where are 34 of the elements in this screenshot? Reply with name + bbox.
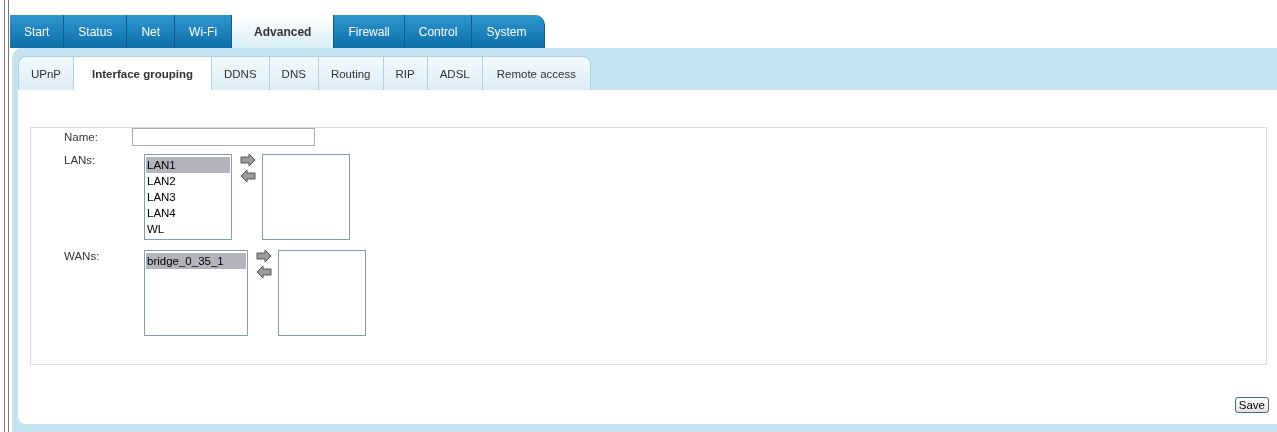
field-label: Name: bbox=[64, 130, 99, 145]
selected-list[interactable] bbox=[278, 250, 366, 336]
sub-tab[interactable]: DNS bbox=[268, 56, 319, 90]
sub-tab[interactable]: ADSL bbox=[426, 56, 483, 90]
main-tab[interactable]: Advanced bbox=[232, 15, 335, 48]
main-tab[interactable]: Wi-Fi bbox=[175, 15, 233, 48]
arrow-right-icon[interactable] bbox=[256, 250, 272, 262]
arrow-right-icon[interactable] bbox=[240, 154, 256, 166]
main-tab[interactable]: Status bbox=[64, 15, 128, 48]
selected-list[interactable] bbox=[262, 154, 350, 240]
list-option[interactable]: LAN1 bbox=[146, 157, 230, 173]
main-tab[interactable]: Start bbox=[10, 15, 65, 48]
available-list[interactable]: bridge_0_35_1 bbox=[144, 250, 248, 336]
list-option[interactable]: bridge_0_35_1 bbox=[146, 253, 246, 269]
arrow-left-icon[interactable] bbox=[240, 170, 256, 182]
sub-tab[interactable]: DDNS bbox=[211, 56, 270, 90]
sub-tab[interactable]: UPnP bbox=[18, 56, 75, 90]
name-field[interactable] bbox=[132, 128, 315, 146]
list-option[interactable]: LAN4 bbox=[146, 205, 230, 221]
sub-tab[interactable]: Remote access bbox=[481, 56, 591, 90]
main-tab[interactable]: Net bbox=[127, 15, 176, 48]
list-option[interactable]: WL bbox=[146, 221, 230, 237]
main-tab[interactable]: Firewall bbox=[334, 15, 405, 48]
field-label: LANs: bbox=[64, 154, 97, 166]
field-label: WANs: bbox=[64, 250, 101, 262]
sub-tab[interactable]: Interface grouping bbox=[73, 56, 212, 90]
list-option[interactable]: LAN2 bbox=[146, 173, 230, 189]
arrow-left-icon[interactable] bbox=[256, 266, 272, 278]
save-button[interactable]: Save bbox=[1234, 397, 1269, 413]
sub-tab[interactable]: RIP bbox=[382, 56, 428, 90]
list-option[interactable]: LAN3 bbox=[146, 189, 230, 205]
available-list[interactable]: LAN1 LAN2 LAN3 LAN4 WL bbox=[144, 154, 232, 240]
main-tab[interactable]: Control bbox=[404, 15, 473, 48]
sub-tab[interactable]: Routing bbox=[317, 56, 384, 90]
